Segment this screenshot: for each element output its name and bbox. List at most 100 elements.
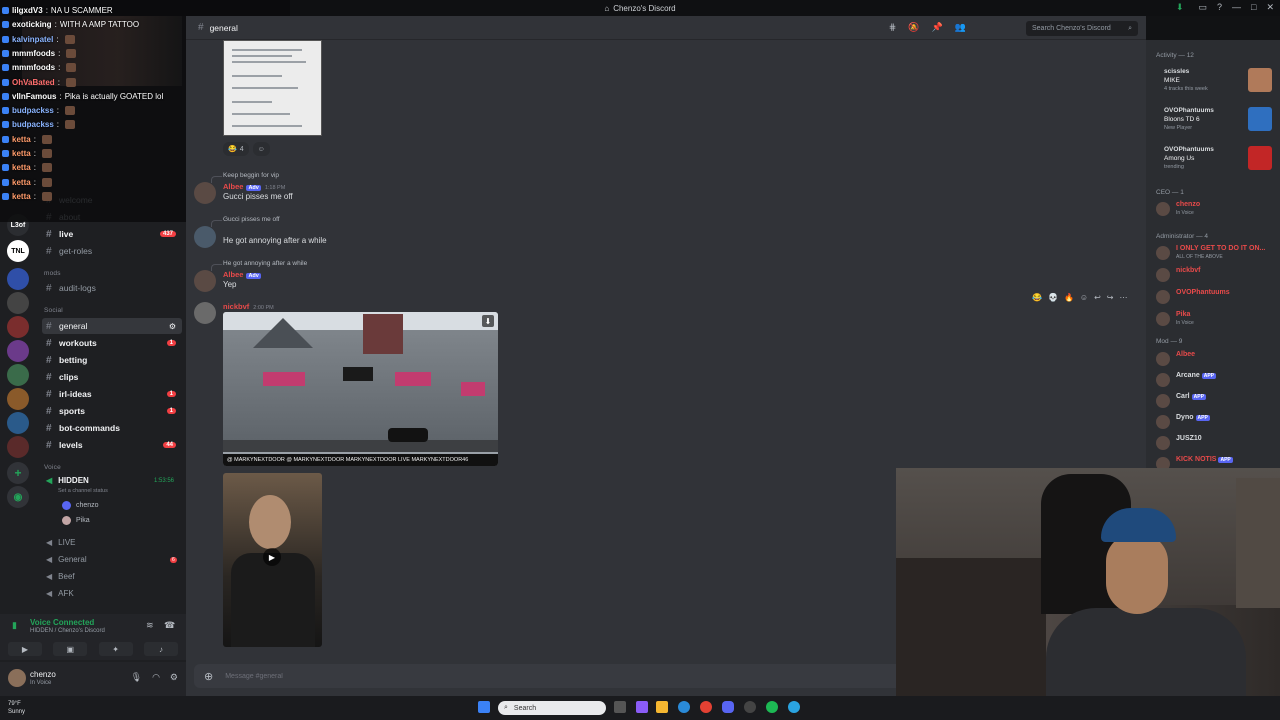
message-author[interactable]: nickbvf 2:00 PM xyxy=(223,302,274,311)
voice-channel-general[interactable]: ◀ General 6 xyxy=(46,555,177,564)
add-reaction-button[interactable]: ☺ xyxy=(252,142,270,156)
server-icon[interactable] xyxy=(7,268,29,290)
soundboard-button[interactable]: ♪ xyxy=(143,642,178,656)
obs-icon[interactable] xyxy=(744,701,756,713)
member-item[interactable]: Albee xyxy=(1154,350,1278,368)
channel-get-roles[interactable]: # get-roles xyxy=(42,243,182,259)
voice-location[interactable]: HIDDEN / Chenzo's Discord xyxy=(30,628,105,634)
activity-card[interactable]: scissles MIKE 4 tracks this week xyxy=(1154,66,1272,100)
member-item[interactable]: JUSZ10 xyxy=(1154,434,1278,452)
microphone-icon[interactable]: 🎙 xyxy=(131,672,142,683)
server-icon[interactable]: TNL xyxy=(7,240,29,262)
voice-channel-live[interactable]: ◀ LIVE xyxy=(46,538,76,547)
reply-preview[interactable]: Keep beggin for vip xyxy=(210,172,279,183)
member-item[interactable]: OVOPhantuums xyxy=(1154,288,1278,306)
channel-levels[interactable]: # levels 44 xyxy=(42,437,182,453)
message-video[interactable]: ▶ xyxy=(223,473,322,647)
more-icon[interactable]: ⋯ xyxy=(1119,293,1127,302)
reply-icon[interactable]: ↩ xyxy=(1094,293,1101,302)
explore-servers-icon[interactable]: ◉ xyxy=(7,486,29,508)
file-explorer-icon[interactable] xyxy=(656,701,668,713)
reaction-emoji-icon[interactable]: 😂 xyxy=(1032,293,1042,302)
copilot-icon[interactable] xyxy=(636,701,648,713)
activities-button[interactable]: ✦ xyxy=(98,642,133,656)
edge-icon[interactable] xyxy=(678,701,690,713)
voice-user[interactable]: Pika xyxy=(62,516,90,525)
disconnect-icon[interactable]: ☎ xyxy=(164,620,175,631)
telegram-icon[interactable] xyxy=(788,701,800,713)
reply-preview[interactable]: He got annoying after a while xyxy=(210,260,307,271)
attach-plus-icon[interactable]: ⊕ xyxy=(204,670,213,683)
discord-icon[interactable] xyxy=(722,701,734,713)
server-icon[interactable] xyxy=(7,412,29,434)
avatar[interactable] xyxy=(194,270,216,292)
member-item[interactable]: I ONLY GET TO DO IT ON... ALL OF THE ABOV… xyxy=(1154,244,1278,262)
channel-live[interactable]: # live 437 xyxy=(42,226,182,242)
reaction-emoji-icon[interactable]: 💀 xyxy=(1048,293,1058,302)
close-button[interactable]: ✕ xyxy=(1266,2,1274,13)
avatar[interactable] xyxy=(194,226,216,248)
reaction-laugh[interactable]: 😂 4 xyxy=(223,142,249,156)
member-item[interactable]: nickbvf xyxy=(1154,266,1278,284)
category-voice[interactable]: Voice xyxy=(44,464,61,471)
message-image-screenshot[interactable] xyxy=(223,40,322,136)
avatar[interactable] xyxy=(194,182,216,204)
search-input[interactable]: Search Chenzo's Discord ⌕ xyxy=(1026,21,1138,36)
reply-preview[interactable]: Gucci pisses me off xyxy=(211,216,280,227)
taskbar-search[interactable]: ⌕ Search xyxy=(498,701,606,715)
voice-user[interactable]: chenzo xyxy=(62,501,99,510)
member-item[interactable]: Arcane APP xyxy=(1154,371,1278,389)
spotify-icon[interactable] xyxy=(766,701,778,713)
signal-icon[interactable]: ▮ xyxy=(12,620,17,631)
help-icon[interactable]: ? xyxy=(1217,2,1222,13)
reaction-emoji-icon[interactable]: 🔥 xyxy=(1064,293,1074,302)
server-icon[interactable] xyxy=(7,292,29,314)
server-icon[interactable] xyxy=(7,340,29,362)
notifications-icon[interactable]: 🔕 xyxy=(908,22,919,33)
avatar[interactable] xyxy=(8,669,26,687)
channel-workouts[interactable]: # workouts 1 xyxy=(42,335,182,351)
channel-betting[interactable]: # betting xyxy=(42,352,182,368)
channel-clips[interactable]: # clips xyxy=(42,369,182,385)
user-name[interactable]: chenzo xyxy=(30,670,56,679)
play-icon[interactable]: ▶ xyxy=(263,548,281,566)
member-item[interactable]: Pika In Voice xyxy=(1154,310,1278,328)
member-item[interactable]: chenzo In Voice xyxy=(1154,200,1278,218)
task-view-icon[interactable] xyxy=(614,701,626,713)
threads-icon[interactable]: ⋕ xyxy=(889,22,897,33)
start-icon[interactable] xyxy=(478,701,490,713)
voice-channel-hidden[interactable]: ◀ HIDDEN 1:53:56 xyxy=(46,476,174,485)
channel-irl-ideas[interactable]: # irl-ideas 1 xyxy=(42,386,182,402)
category-mods[interactable]: mods xyxy=(44,270,61,277)
channel-audit-logs[interactable]: # audit-logs xyxy=(42,280,182,296)
message-author[interactable]: Albee Adv 1:18 PM xyxy=(223,182,285,191)
add-reaction-icon[interactable]: ☺ xyxy=(1080,293,1088,302)
voice-channel-afk[interactable]: ◀ AFK xyxy=(46,589,74,598)
settings-icon[interactable]: ⚙ xyxy=(169,322,176,331)
voice-channel-beef[interactable]: ◀ Beef xyxy=(46,572,75,581)
server-icon[interactable] xyxy=(7,436,29,458)
voice-status[interactable]: Voice Connected xyxy=(30,618,94,627)
channel-sports[interactable]: # sports 1 xyxy=(42,403,182,419)
server-icon[interactable] xyxy=(7,364,29,386)
server-icon[interactable] xyxy=(7,316,29,338)
channel-bot-commands[interactable]: # bot-commands xyxy=(42,420,182,436)
category-social[interactable]: Social xyxy=(44,307,63,314)
activity-card[interactable]: OVOPhantuums Bloons TD 6 New Player xyxy=(1154,105,1272,139)
forward-icon[interactable]: ↪ xyxy=(1107,293,1114,302)
activity-card[interactable]: OVOPhantuums Among Us trending xyxy=(1154,144,1272,178)
maximize-button[interactable]: □ xyxy=(1251,2,1256,13)
message-image-theater[interactable]: @ MARKYNEXTDOOR @ MARKYNEXTDOOR MARKYNEX… xyxy=(223,312,498,466)
noise-suppression-icon[interactable]: ≋ xyxy=(146,620,154,631)
add-server-icon[interactable]: + xyxy=(7,462,29,484)
avatar[interactable] xyxy=(194,302,216,324)
settings-icon[interactable]: ⚙ xyxy=(170,672,178,683)
screen-share-button[interactable]: ▣ xyxy=(53,642,88,656)
minimize-button[interactable]: — xyxy=(1232,2,1241,13)
message-author[interactable]: Albee Adv xyxy=(223,270,261,279)
camera-button[interactable]: ▶ xyxy=(8,642,42,656)
chrome-icon[interactable] xyxy=(700,701,712,713)
member-item[interactable]: Dyno APP xyxy=(1154,413,1278,431)
member-item[interactable]: Carl APP xyxy=(1154,392,1278,410)
inbox-icon[interactable]: ▭ xyxy=(1198,2,1207,13)
